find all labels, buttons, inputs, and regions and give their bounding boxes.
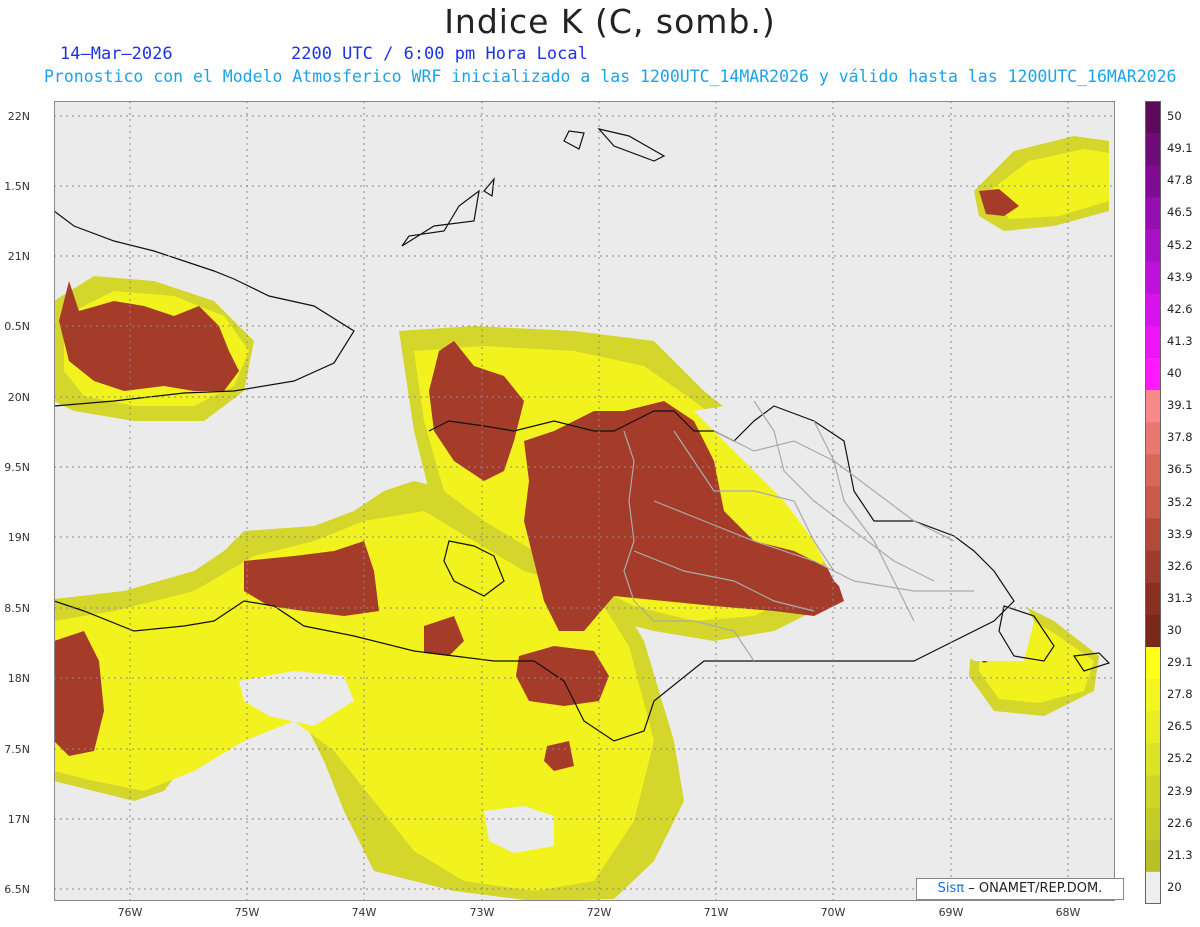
colorbar-label: 50 (1167, 109, 1182, 124)
colorbar-label: 45.2 (1167, 237, 1193, 252)
colorbar-swatch (1145, 679, 1161, 712)
colorbar-swatch (1145, 101, 1161, 134)
colorbar-label: 27.8 (1167, 687, 1193, 702)
lat-label: 0.5N (4, 320, 30, 333)
colorbar-swatch (1145, 582, 1161, 616)
colorbar-swatch (1145, 197, 1161, 230)
colorbar-swatch (1145, 711, 1161, 744)
colorbar-label: 37.8 (1167, 430, 1193, 445)
colorbar-swatch (1145, 454, 1161, 487)
colorbar-swatch (1145, 325, 1161, 359)
colorbar-label: 22.6 (1167, 815, 1193, 830)
colorbar-swatch (1145, 743, 1161, 777)
forecast-date: 14–Mar–2026 (60, 44, 173, 64)
lat-label: 21N (7, 250, 30, 263)
colorbar-label: 23.9 (1167, 783, 1193, 798)
lat-label: 22N (7, 110, 30, 123)
colorbar-swatch (1145, 133, 1161, 166)
colorbar-label: 42.6 (1167, 301, 1193, 316)
lon-label: 76W (117, 906, 143, 919)
colorbar-swatch (1145, 422, 1161, 455)
lat-label: 9.5N (4, 461, 30, 474)
colorbar-swatch (1145, 550, 1161, 584)
colorbar-swatch (1145, 775, 1161, 809)
colorbar-swatch (1145, 390, 1161, 423)
colorbar-swatch (1145, 486, 1161, 520)
colorbar-label: 47.8 (1167, 173, 1193, 188)
lat-label: 7.5N (4, 743, 30, 756)
colorbar-swatch (1145, 518, 1161, 552)
colorbar-label: 41.3 (1167, 333, 1193, 348)
k-index-map (54, 101, 1115, 901)
lat-label: 17N (7, 813, 30, 826)
colorbar-label: 43.9 (1167, 269, 1193, 284)
colorbar-label: 31.3 (1167, 590, 1193, 605)
lat-label: 19N (7, 531, 30, 544)
lat-label: 6.5N (4, 883, 30, 896)
colorbar-label: 32.6 (1167, 558, 1193, 573)
colorbar-swatch (1145, 839, 1161, 873)
colorbar-label: 25.2 (1167, 751, 1193, 766)
colorbar-label: 29.1 (1167, 655, 1193, 670)
lon-label: 73W (469, 906, 495, 919)
credit-brand: Sisπ (937, 881, 965, 896)
colorbar-swatch (1145, 647, 1161, 680)
colorbar-label: 21.3 (1167, 847, 1193, 862)
colorbar-swatch (1145, 871, 1161, 904)
colorbar-swatch (1145, 614, 1161, 648)
lat-label: 20N (7, 391, 30, 404)
colorbar-label: 36.5 (1167, 462, 1193, 477)
colorbar-swatch (1145, 229, 1161, 263)
credit-org: – ONAMET/REP.DOM. (968, 881, 1103, 896)
colorbar-label: 46.5 (1167, 205, 1193, 220)
colorbar-label: 35.2 (1167, 494, 1193, 509)
lon-label: 75W (234, 906, 260, 919)
colorbar-label: 40 (1167, 366, 1182, 381)
colorbar-label: 49.1 (1167, 141, 1193, 156)
colorbar-label: 33.9 (1167, 526, 1193, 541)
lat-label: 18N (7, 672, 30, 685)
colorbar-label: 30 (1167, 622, 1182, 637)
colorbar-swatch (1145, 293, 1161, 327)
lon-label: 70W (820, 906, 846, 919)
map-title: Indice K (C, somb.) (444, 2, 776, 41)
forecast-subtitle: Pronostico con el Modelo Atmosferico WRF… (44, 67, 1177, 86)
colorbar-label: 39.1 (1167, 398, 1193, 413)
colorbar-swatch (1145, 165, 1161, 198)
lon-label: 69W (938, 906, 964, 919)
colorbar-label: 20 (1167, 879, 1182, 894)
colorbar-swatch (1145, 261, 1161, 295)
forecast-time: 2200 UTC / 6:00 pm Hora Local (291, 44, 588, 64)
colorbar-label: 26.5 (1167, 719, 1193, 734)
lon-label: 71W (703, 906, 729, 919)
lon-label: 72W (586, 906, 612, 919)
colorbar (1145, 101, 1161, 904)
lon-label: 68W (1055, 906, 1081, 919)
lat-label: 1.5N (4, 180, 30, 193)
lat-label: 8.5N (4, 602, 30, 615)
colorbar-swatch (1145, 807, 1161, 841)
credit-box: Sisπ – ONAMET/REP.DOM. (916, 878, 1124, 900)
lon-label: 74W (351, 906, 377, 919)
colorbar-swatch (1145, 357, 1161, 391)
